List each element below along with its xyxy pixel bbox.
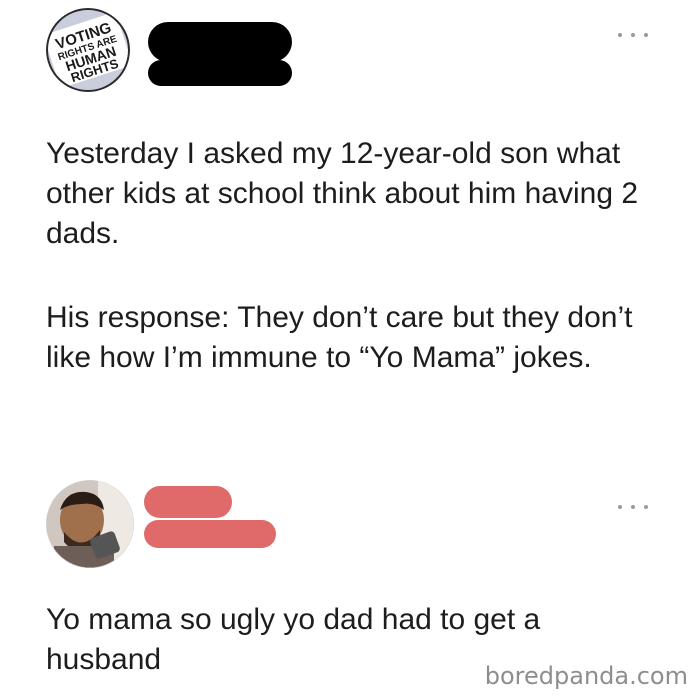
watermark: boredpanda.com xyxy=(484,662,688,690)
avatar-voting-rights[interactable]: VOTING RIGHTS ARE HUMAN RIGHTS xyxy=(46,8,130,92)
redacted-display-name xyxy=(144,486,232,518)
redacted-username xyxy=(144,520,276,548)
avatar-photo xyxy=(46,480,134,568)
more-options-icon[interactable] xyxy=(618,30,648,40)
redacted-display-name xyxy=(148,22,292,62)
post-paragraph-1: Yesterday I asked my 12-year-old son wha… xyxy=(46,137,639,250)
avatar-image: VOTING RIGHTS ARE HUMAN RIGHTS xyxy=(46,8,130,92)
redacted-username xyxy=(148,60,292,86)
post-paragraph-2: His response: They don’t care but they d… xyxy=(46,301,633,374)
more-options-icon[interactable] xyxy=(618,502,648,512)
original-post: VOTING RIGHTS ARE HUMAN RIGHTS Yesterday… xyxy=(0,0,700,470)
avatar-user-photo[interactable] xyxy=(46,480,134,568)
